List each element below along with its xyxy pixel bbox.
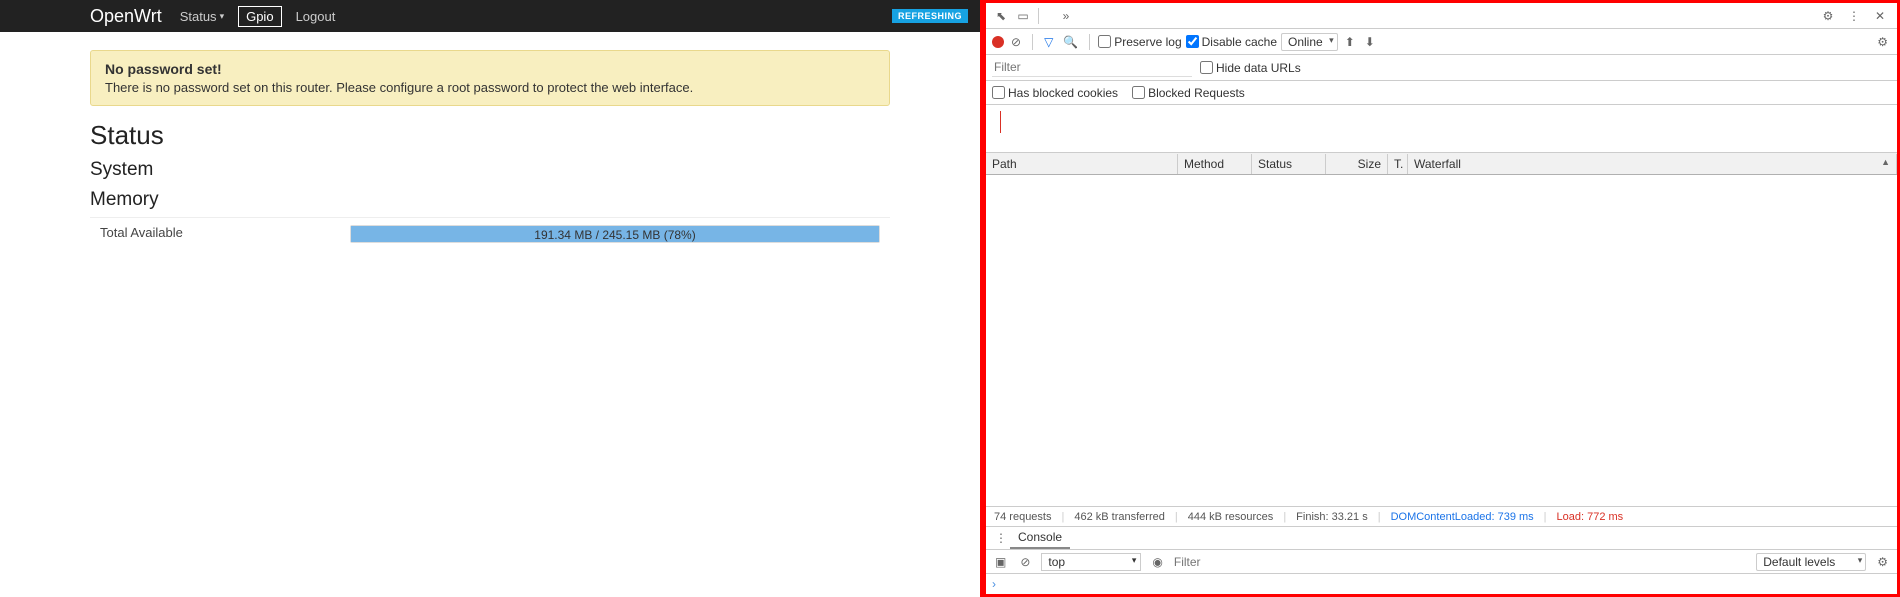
cookies-row: Has blocked cookies Blocked Requests [986,81,1897,105]
status-domcontentloaded: DOMContentLoaded: 739 ms [1391,511,1534,523]
upload-icon[interactable]: ⬆ [1342,35,1358,49]
nav-gpio[interactable]: Gpio [238,6,281,27]
sort-asc-icon: ▲ [1881,157,1890,167]
console-tab[interactable]: Console [1010,527,1070,549]
hide-data-urls-checkbox[interactable]: Hide data URLs [1200,61,1301,75]
status-transferred: 462 kB transferred [1074,511,1165,523]
clear-icon[interactable]: ⊘ [1008,35,1024,49]
kebab-menu-icon[interactable]: ⋮ [1846,9,1862,23]
memory-label: Total Available [100,225,350,243]
blocked-cookies-checkbox[interactable]: Has blocked cookies [992,86,1118,100]
brand[interactable]: OpenWrt [90,6,162,27]
console-clear-icon[interactable]: ⊘ [1017,555,1033,569]
timeline[interactable] [986,105,1897,153]
col-path[interactable]: Path [986,154,1178,174]
disable-cache-checkbox[interactable]: Disable cache [1186,35,1277,49]
memory-heading: Memory [90,189,890,211]
refreshing-badge: REFRESHING [892,9,968,23]
download-icon[interactable]: ⬇ [1362,35,1378,49]
network-status-bar: 74 requests| 462 kB transferred| 444 kB … [986,506,1897,526]
status-finish: Finish: 33.21 s [1296,511,1368,523]
console-toolbar: ▣ ⊘ top ◉ Default levels ⚙ [986,550,1897,574]
memory-progress: 191.34 MB / 245.15 MB (78%) [350,225,880,243]
status-resources: 444 kB resources [1188,511,1274,523]
devtools-panel: ⬉ ▭ » ⚙ ⋮ ✕ ⊘ ▽ 🔍 Preserve log Disable c… [980,0,1900,597]
blocked-requests-checkbox[interactable]: Blocked Requests [1132,86,1245,100]
devtools-main-tabs: ⬉ ▭ » ⚙ ⋮ ✕ [986,3,1897,29]
record-icon[interactable] [992,36,1004,48]
navbar: OpenWrt Status ▾ Gpio Logout REFRESHING [0,0,980,32]
console-settings-icon[interactable]: ⚙ [1874,555,1891,569]
alert-body: There is no password set on this router.… [105,80,875,95]
device-toggle-icon[interactable]: ▭ [1015,9,1031,23]
timeline-load-marker [1000,111,1001,133]
console-filter-input[interactable] [1174,555,1294,569]
console-sidebar-icon[interactable]: ▣ [992,555,1009,569]
status-requests: 74 requests [994,511,1051,523]
more-tabs-icon[interactable]: » [1058,9,1074,23]
inspect-icon[interactable]: ⬉ [993,9,1009,23]
network-grid-body [986,175,1897,506]
context-select[interactable]: top [1041,553,1141,571]
filter-toggle-icon[interactable]: ▽ [1041,35,1056,49]
page-body: No password set! There is no password se… [0,32,980,268]
log-level-select[interactable]: Default levels [1756,553,1866,571]
col-time[interactable]: T. [1388,154,1408,174]
col-waterfall[interactable]: Waterfall▲ [1408,154,1897,174]
no-password-alert: No password set! There is no password se… [90,50,890,106]
filter-input[interactable] [992,58,1192,77]
col-method[interactable]: Method [1178,154,1252,174]
settings-gear-icon[interactable]: ⚙ [1820,9,1836,23]
preserve-log-checkbox[interactable]: Preserve log [1098,35,1181,49]
system-heading: System [90,159,890,181]
throttle-select[interactable]: Online [1281,33,1338,51]
memory-row: Total Available 191.34 MB / 245.15 MB (7… [90,217,890,250]
console-drawer-tabs: ⋮ Console [986,526,1897,550]
page-title: Status [90,120,890,151]
filter-bar: Hide data URLs [986,55,1897,81]
eye-icon[interactable]: ◉ [1149,555,1165,569]
nav-status[interactable]: Status ▾ [180,9,224,24]
luci-page: OpenWrt Status ▾ Gpio Logout REFRESHING … [0,0,980,597]
network-settings-icon[interactable]: ⚙ [1874,35,1891,49]
drawer-menu-icon[interactable]: ⋮ [992,531,1010,545]
close-icon[interactable]: ✕ [1872,9,1888,23]
search-icon[interactable]: 🔍 [1060,35,1081,49]
col-size[interactable]: Size [1326,154,1388,174]
alert-title: No password set! [105,61,875,77]
status-load: Load: 772 ms [1557,511,1624,523]
col-status[interactable]: Status [1252,154,1326,174]
network-grid-header: Path Method Status Size T. Waterfall▲ [986,153,1897,175]
network-toolbar: ⊘ ▽ 🔍 Preserve log Disable cache Online … [986,29,1897,55]
memory-progress-fill: 191.34 MB / 245.15 MB (78%) [351,226,879,242]
caret-down-icon: ▾ [220,11,225,22]
console-prompt[interactable]: › [986,574,1897,594]
nav-logout[interactable]: Logout [296,9,336,24]
